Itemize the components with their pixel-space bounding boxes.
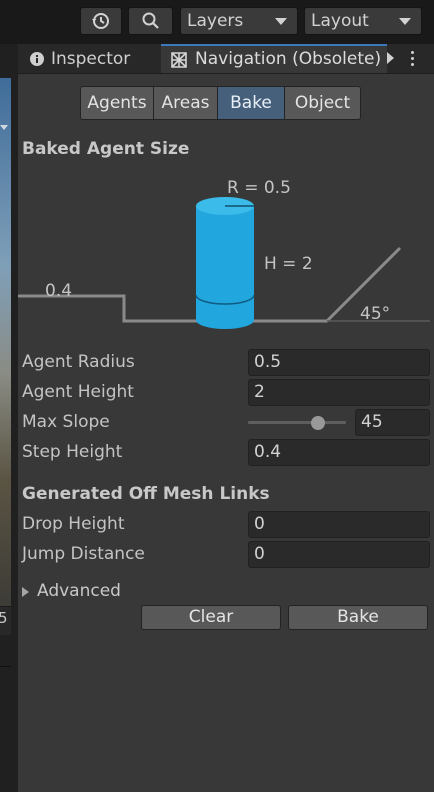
tab-inspector-label: Inspector [51,49,131,69]
history-button[interactable] [80,7,122,35]
mode-segmented-control: Agents Areas Bake Object [80,86,361,120]
tab-overflow-arrow-icon[interactable] [387,52,394,64]
advanced-label: Advanced [37,581,121,601]
slope-label: 45° [360,304,390,324]
max-slope-slider-thumb[interactable] [311,416,325,430]
tab-inspector[interactable]: Inspector [18,44,159,73]
radius-label: R = 0.5 [227,178,291,198]
tab-agents[interactable]: Agents [80,86,154,120]
agent-cylinder-body [196,206,254,329]
tab-bar: Inspector Navigation (Obsolete) [18,44,434,74]
tab-navigation[interactable]: Navigation (Obsolete) [161,44,387,73]
navmesh-icon [171,52,187,68]
chevron-down-icon [275,18,287,25]
step-height-input[interactable]: 0.4 [248,439,430,466]
max-slope-label: Max Slope [22,412,110,432]
layers-label: Layers [187,11,244,31]
more-options-icon[interactable] [410,51,416,67]
baked-agent-size-heading: Baked Agent Size [22,139,190,159]
dropdown-arrow-icon [0,125,8,130]
top-toolbar: Layers Layout [0,0,434,44]
max-slope-slider[interactable] [248,421,346,424]
agent-height-input[interactable]: 2 [248,379,430,406]
divider [0,666,11,667]
navigation-panel: Inspector Navigation (Obsolete) Agents A… [18,44,434,792]
tab-navigation-label: Navigation (Obsolete) [195,49,381,69]
search-icon [142,12,159,29]
jump-distance-label: Jump Distance [22,544,145,564]
layers-dropdown[interactable]: Layers [180,7,298,35]
drop-height-label: Drop Height [22,514,125,534]
tab-bake[interactable]: Bake [218,86,285,120]
agent-height-label: Agent Height [22,382,134,402]
tab-object[interactable]: Object [285,86,361,120]
chevron-down-icon [399,18,411,25]
max-slope-input[interactable]: 45 [355,409,430,436]
drop-height-input[interactable]: 0 [248,511,430,538]
clear-button[interactable]: Clear [141,605,281,630]
jump-distance-input[interactable]: 0 [248,541,430,568]
tab-areas[interactable]: Areas [154,86,218,120]
step-label: 0.4 [45,281,72,301]
bake-button[interactable]: Bake [288,605,428,630]
scene-strip-value: 5 [0,605,11,665]
off-mesh-links-heading: Generated Off Mesh Links [22,484,270,504]
layout-label: Layout [311,11,369,31]
step-height-label: Step Height [22,442,123,462]
scene-view-strip: 5 [0,44,18,792]
search-button[interactable] [128,7,173,35]
agent-radius-input[interactable]: 0.5 [248,349,430,376]
agent-radius-label: Agent Radius [22,352,135,372]
info-icon [30,52,44,66]
agent-size-diagram: R = 0.5 H = 2 0.4 45° [18,178,430,329]
height-label: H = 2 [264,254,313,274]
foldout-arrow-icon [22,587,29,597]
scene-view[interactable] [0,78,11,614]
history-icon [92,13,109,29]
layout-dropdown[interactable]: Layout [304,7,422,35]
partial-value: 5 [0,609,8,627]
